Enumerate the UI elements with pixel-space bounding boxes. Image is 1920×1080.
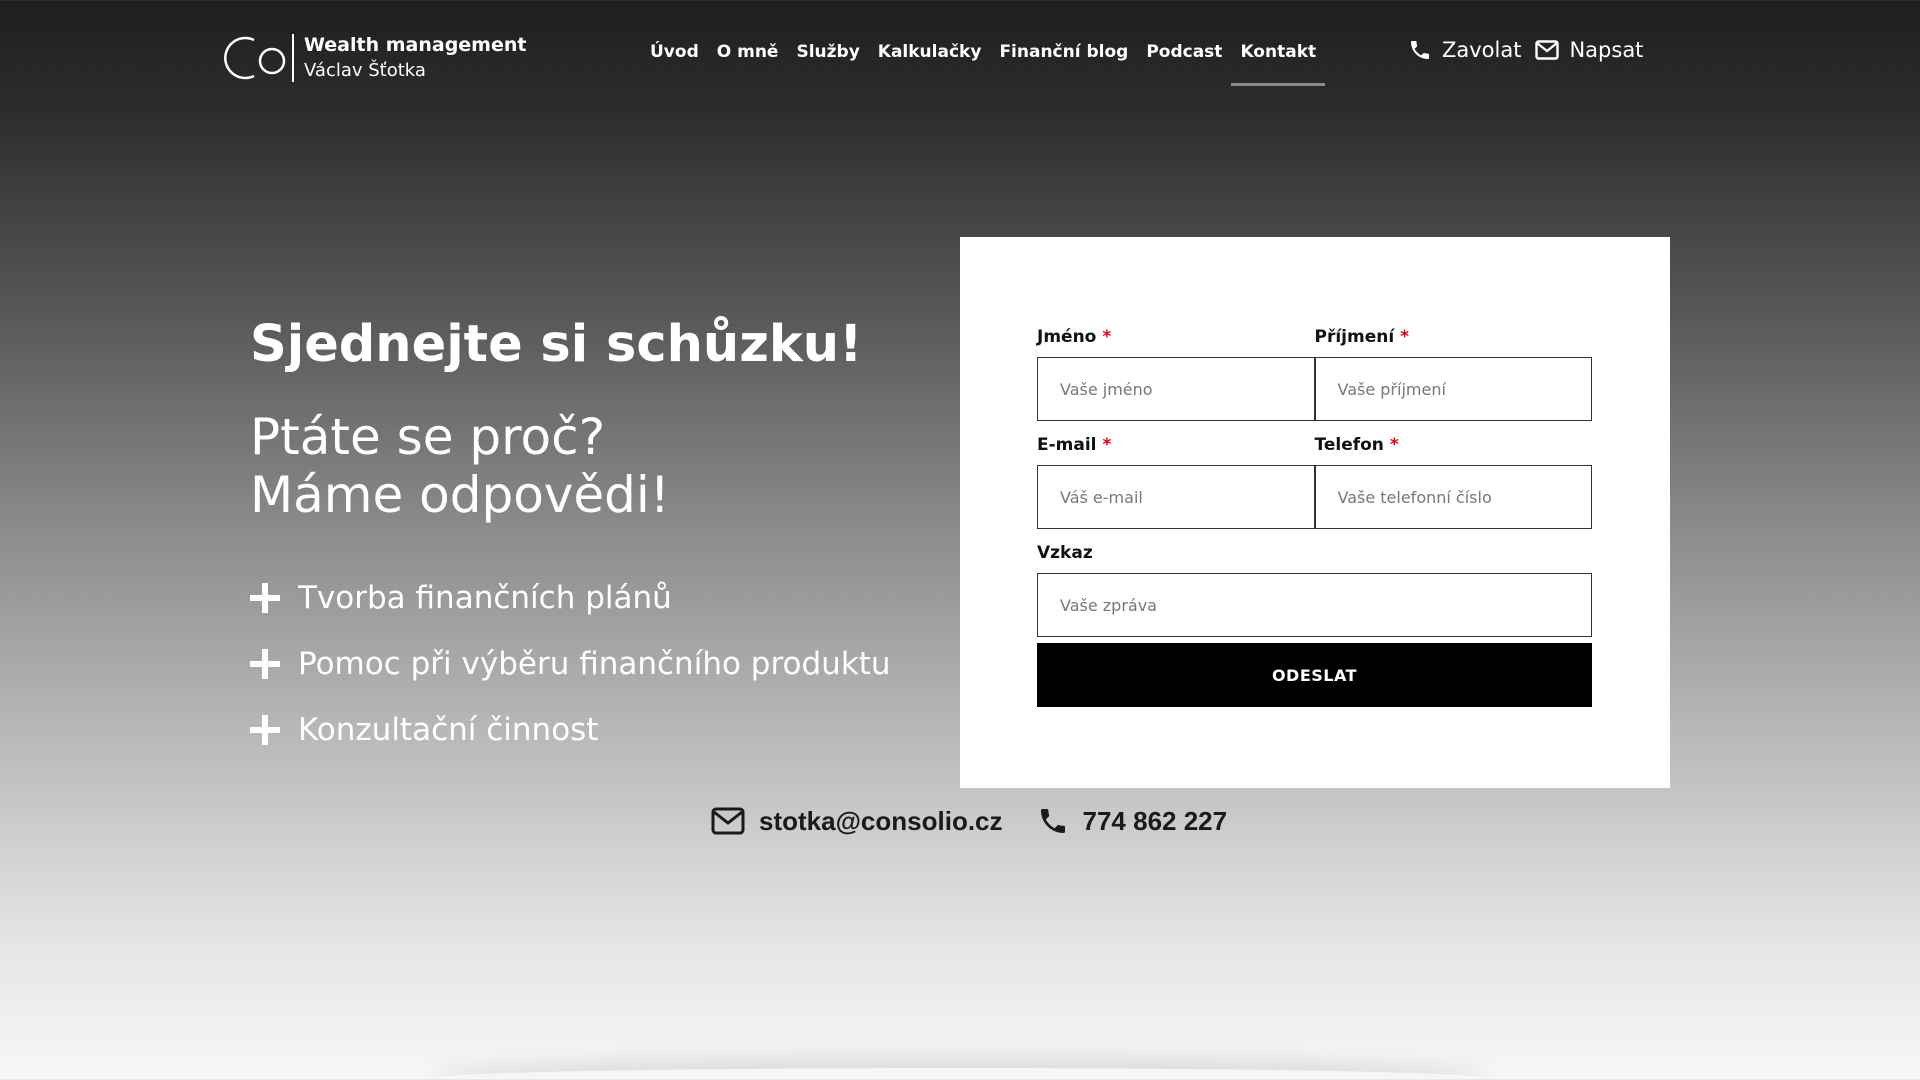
hero-subtitle-line1: Ptáte se proč? (250, 408, 606, 466)
contact-phone: 774 862 227 (1082, 805, 1228, 836)
logo-divider (292, 34, 294, 82)
contact-bar: stotka@consolio.cz 774 862 227 (711, 805, 1261, 837)
feature-text: Tvorba finančních plánů (298, 580, 672, 616)
last-name-input[interactable] (1314, 357, 1592, 421)
call-link[interactable]: Zavolat (1408, 38, 1521, 62)
phone-label: Telefon * (1315, 435, 1593, 465)
required-mark: * (1400, 327, 1410, 347)
phone-field: Telefon * (1314, 435, 1593, 543)
nav-kontakt[interactable]: Kontakt (1231, 38, 1325, 86)
email-label-text: E-mail (1037, 435, 1097, 455)
plus-icon (250, 649, 280, 679)
name-row: Jméno* Příjmení* (1037, 327, 1592, 435)
required-mark: * (1102, 435, 1112, 455)
first-name-field: Jméno * (1037, 327, 1315, 435)
write-label: Napsat (1569, 38, 1644, 62)
feature-text: Pomoc při výběru finančního produktu (298, 646, 891, 682)
contact-form-card: Jméno* Příjmení* E-mail* Telefon* (960, 237, 1670, 788)
nav-podcast[interactable]: Podcast (1146, 38, 1222, 66)
contact-form: Jméno* Příjmení* E-mail* Telefon* (1037, 327, 1592, 707)
first-name-label-text: Jméno (1037, 327, 1097, 347)
contact-row: E-mail* Telefon* (1037, 435, 1592, 543)
envelope-icon (1535, 40, 1560, 60)
email-field: E-mail * (1037, 435, 1315, 543)
logo-text: Wealth management Václav Šťotka (304, 32, 526, 84)
feature-item: Konzultační činnost (250, 697, 891, 763)
first-name-input[interactable] (1037, 357, 1315, 421)
feature-list: Tvorba finančních plánů Pomoc při výběru… (250, 565, 891, 763)
message-input[interactable] (1037, 573, 1592, 637)
logo-subtitle: Václav Šťotka (304, 60, 426, 81)
first-name-label: Jméno * (1037, 327, 1315, 357)
footer-shadow (440, 1068, 1480, 1080)
required-mark: * (1102, 327, 1112, 347)
logo-title: Wealth management (304, 34, 527, 56)
feature-text: Konzultační činnost (298, 712, 599, 748)
header-actions: Zavolat Napsat (1408, 38, 1657, 62)
hero-title: Sjednejte si schůzku! (250, 315, 863, 374)
nav-kalkulacky[interactable]: Kalkulačky (878, 38, 982, 66)
message-field: Vzkaz (1037, 543, 1592, 637)
phone-icon (1040, 809, 1065, 833)
feature-item: Pomoc při výběru finančního produktu (250, 631, 891, 697)
nav-financni-blog[interactable]: Finanční blog (999, 38, 1128, 66)
email-input[interactable] (1037, 465, 1315, 529)
submit-button[interactable]: ODESLAT (1037, 643, 1592, 707)
plus-icon (250, 583, 280, 613)
nav-o-mne[interactable]: O mně (717, 38, 779, 66)
phone-icon (1411, 41, 1429, 59)
logo-mark-icon (224, 36, 286, 80)
site-header: Wealth management Václav Šťotka Úvod O m… (0, 0, 1920, 110)
main-nav: Úvod O mně Služby Kalkulačky Finanční bl… (650, 38, 1334, 86)
write-link[interactable]: Napsat (1535, 38, 1643, 62)
envelope-icon (711, 807, 745, 835)
hero-subtitle: Ptáte se proč? Máme odpovědi! (250, 408, 670, 524)
call-label: Zavolat (1442, 38, 1522, 62)
nav-uvod[interactable]: Úvod (650, 38, 699, 66)
hero-subtitle-line2: Máme odpovědi! (250, 466, 670, 524)
contact-email-link[interactable]: stotka@consolio.cz (711, 806, 1003, 837)
last-name-label-text: Příjmení (1314, 327, 1395, 347)
email-label: E-mail * (1037, 435, 1315, 465)
contact-phone-link[interactable]: 774 862 227 (1037, 805, 1228, 837)
required-mark: * (1389, 435, 1399, 455)
message-label: Vzkaz (1037, 543, 1093, 563)
phone-input[interactable] (1314, 465, 1592, 529)
contact-email: stotka@consolio.cz (759, 805, 1003, 836)
nav-sluzby[interactable]: Služby (796, 38, 859, 66)
feature-item: Tvorba finančních plánů (250, 565, 891, 631)
phone-label-text: Telefon (1314, 435, 1384, 455)
logo[interactable]: Wealth management Václav Šťotka (224, 30, 526, 86)
last-name-field: Příjmení * (1314, 327, 1593, 435)
last-name-label: Příjmení * (1315, 327, 1593, 357)
plus-icon (250, 715, 280, 745)
